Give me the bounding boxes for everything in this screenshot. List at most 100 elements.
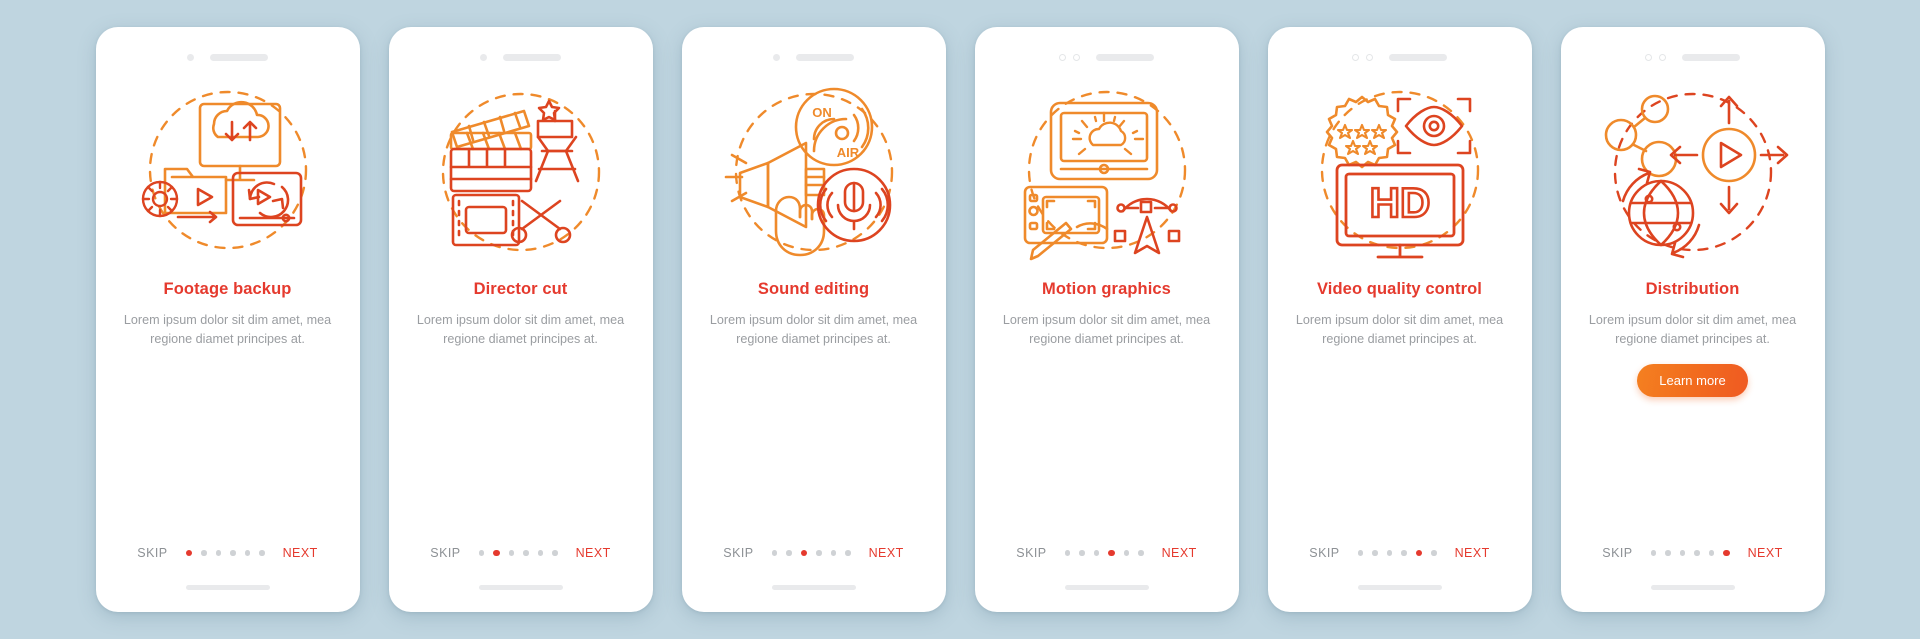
phone-notch <box>682 27 946 73</box>
pagination-dot-3[interactable] <box>215 550 222 556</box>
pagination-dot-5[interactable] <box>830 550 837 556</box>
pagination-dot-1[interactable] <box>185 549 193 557</box>
pagination-dot-2[interactable] <box>1372 550 1378 556</box>
sensor-icon <box>1073 53 1080 61</box>
sensor-icon <box>1659 53 1666 61</box>
phone-screen-distribution: Distribution Lorem ipsum dolor sit dim a… <box>1560 27 1825 612</box>
pagination-dot-3[interactable] <box>1386 550 1393 556</box>
next-button[interactable]: NEXT <box>1455 546 1490 560</box>
page-description: Lorem ipsum dolor sit dim amet, mea regi… <box>123 313 332 347</box>
page-title: Distribution <box>1645 280 1740 298</box>
pagination-dot-3[interactable] <box>800 549 808 557</box>
clapperboard-film-illustration <box>421 77 621 267</box>
speaker-grill <box>503 53 561 61</box>
onboarding-screens-stage: Footage backup Lorem ipsum dolor sit dim… <box>0 0 1920 639</box>
pagination-dot-2[interactable] <box>201 550 207 556</box>
speaker-grill <box>796 53 854 61</box>
skip-button[interactable]: SKIP <box>430 546 460 560</box>
page-description: Lorem ipsum dolor sit dim amet, mea regi… <box>709 313 918 347</box>
page-description: Lorem ipsum dolor sit dim amet, mea regi… <box>1588 313 1797 347</box>
phone-notch <box>975 27 1239 73</box>
phone-screen-sound-editing: ON AIR Sound editing Lorem ipsum dolor s… <box>681 27 946 612</box>
skip-button[interactable]: SKIP <box>137 546 167 560</box>
tablet-bezier-animation-illustration <box>1007 77 1207 267</box>
page-description: Lorem ipsum dolor sit dim amet, mea regi… <box>1295 313 1504 347</box>
pagination-dot-6[interactable] <box>845 550 851 556</box>
skip-button[interactable]: SKIP <box>1016 546 1046 560</box>
page-title: Video quality control <box>1317 280 1482 298</box>
phone-screen-director-cut: Director cut Lorem ipsum dolor sit dim a… <box>388 27 653 612</box>
home-indicator <box>478 585 563 590</box>
phone-notch <box>389 27 653 73</box>
next-button[interactable]: NEXT <box>869 546 904 560</box>
pagination-dots <box>771 549 851 557</box>
pagination-dot-5[interactable] <box>1415 549 1423 557</box>
hd-label: HD <box>1369 179 1430 226</box>
pagination-dots <box>185 549 265 557</box>
pagination-dot-1[interactable] <box>1357 550 1364 556</box>
pagination-dot-4[interactable] <box>230 550 236 556</box>
onboarding-nav: SKIP NEXT <box>682 546 946 560</box>
pagination-dot-1[interactable] <box>1650 550 1657 556</box>
pagination-dot-1[interactable] <box>478 550 485 556</box>
camera-icon <box>773 53 780 61</box>
pagination-dot-5[interactable] <box>537 550 544 556</box>
next-button[interactable]: NEXT <box>1162 546 1197 560</box>
pagination-dot-5[interactable] <box>1123 550 1130 556</box>
pagination-dot-2[interactable] <box>1079 550 1085 556</box>
page-title: Footage backup <box>163 280 292 298</box>
camera-icon <box>1059 53 1066 61</box>
learn-more-button[interactable]: Learn more <box>1637 364 1748 398</box>
next-button[interactable]: NEXT <box>1748 546 1783 560</box>
pagination-dot-4[interactable] <box>1108 549 1115 557</box>
pagination-dot-2[interactable] <box>786 550 792 556</box>
on-air-air-label: AIR <box>836 145 859 160</box>
pagination-dot-4[interactable] <box>1694 550 1700 556</box>
page-title: Motion graphics <box>1042 280 1171 298</box>
pagination-dots <box>1357 549 1437 557</box>
pagination-dot-6[interactable] <box>1138 550 1144 556</box>
page-description: Lorem ipsum dolor sit dim amet, mea regi… <box>416 313 625 347</box>
pagination-dot-3[interactable] <box>1093 550 1100 556</box>
phone-screen-motion-graphics: Motion graphics Lorem ipsum dolor sit di… <box>974 27 1239 612</box>
phone-screen-video-quality-control: HD Video quality control Lorem ipsum dol… <box>1267 27 1532 612</box>
next-button[interactable]: NEXT <box>576 546 611 560</box>
speaker-grill <box>1096 53 1154 61</box>
home-indicator <box>771 585 856 590</box>
next-button[interactable]: NEXT <box>283 546 318 560</box>
pagination-dot-4[interactable] <box>523 550 529 556</box>
phone-notch <box>1561 27 1825 73</box>
pagination-dot-5[interactable] <box>1708 550 1715 556</box>
speaker-grill <box>1682 53 1740 61</box>
pagination-dot-4[interactable] <box>1401 550 1407 556</box>
pagination-dots <box>1650 549 1730 557</box>
onboarding-nav: SKIP NEXT <box>1561 546 1825 560</box>
hd-monitor-stars-eye-illustration: HD <box>1300 77 1500 267</box>
home-indicator <box>1357 585 1442 590</box>
pagination-dot-6[interactable] <box>259 550 265 556</box>
pagination-dot-4[interactable] <box>816 550 822 556</box>
pagination-dot-3[interactable] <box>1679 550 1686 556</box>
share-globe-play-illustration <box>1593 77 1793 267</box>
camera-icon <box>1645 53 1652 61</box>
pagination-dot-2[interactable] <box>1665 550 1671 556</box>
pagination-dot-5[interactable] <box>244 550 251 556</box>
pagination-dot-1[interactable] <box>1064 550 1071 556</box>
pagination-dot-6[interactable] <box>1431 550 1437 556</box>
onboarding-nav: SKIP NEXT <box>96 546 360 560</box>
onboarding-nav: SKIP NEXT <box>1268 546 1532 560</box>
speaker-grill <box>210 53 268 61</box>
pagination-dot-6[interactable] <box>552 550 558 556</box>
camera-icon <box>480 53 487 61</box>
pagination-dot-6[interactable] <box>1723 549 1730 557</box>
pagination-dot-2[interactable] <box>493 549 500 557</box>
camera-icon <box>187 53 194 61</box>
skip-button[interactable]: SKIP <box>1602 546 1632 560</box>
home-indicator <box>1064 585 1149 590</box>
skip-button[interactable]: SKIP <box>1309 546 1339 560</box>
skip-button[interactable]: SKIP <box>723 546 753 560</box>
home-indicator <box>1650 585 1735 590</box>
pagination-dot-1[interactable] <box>771 550 778 556</box>
pagination-dot-3[interactable] <box>508 550 515 556</box>
page-description: Lorem ipsum dolor sit dim amet, mea regi… <box>1002 313 1211 347</box>
